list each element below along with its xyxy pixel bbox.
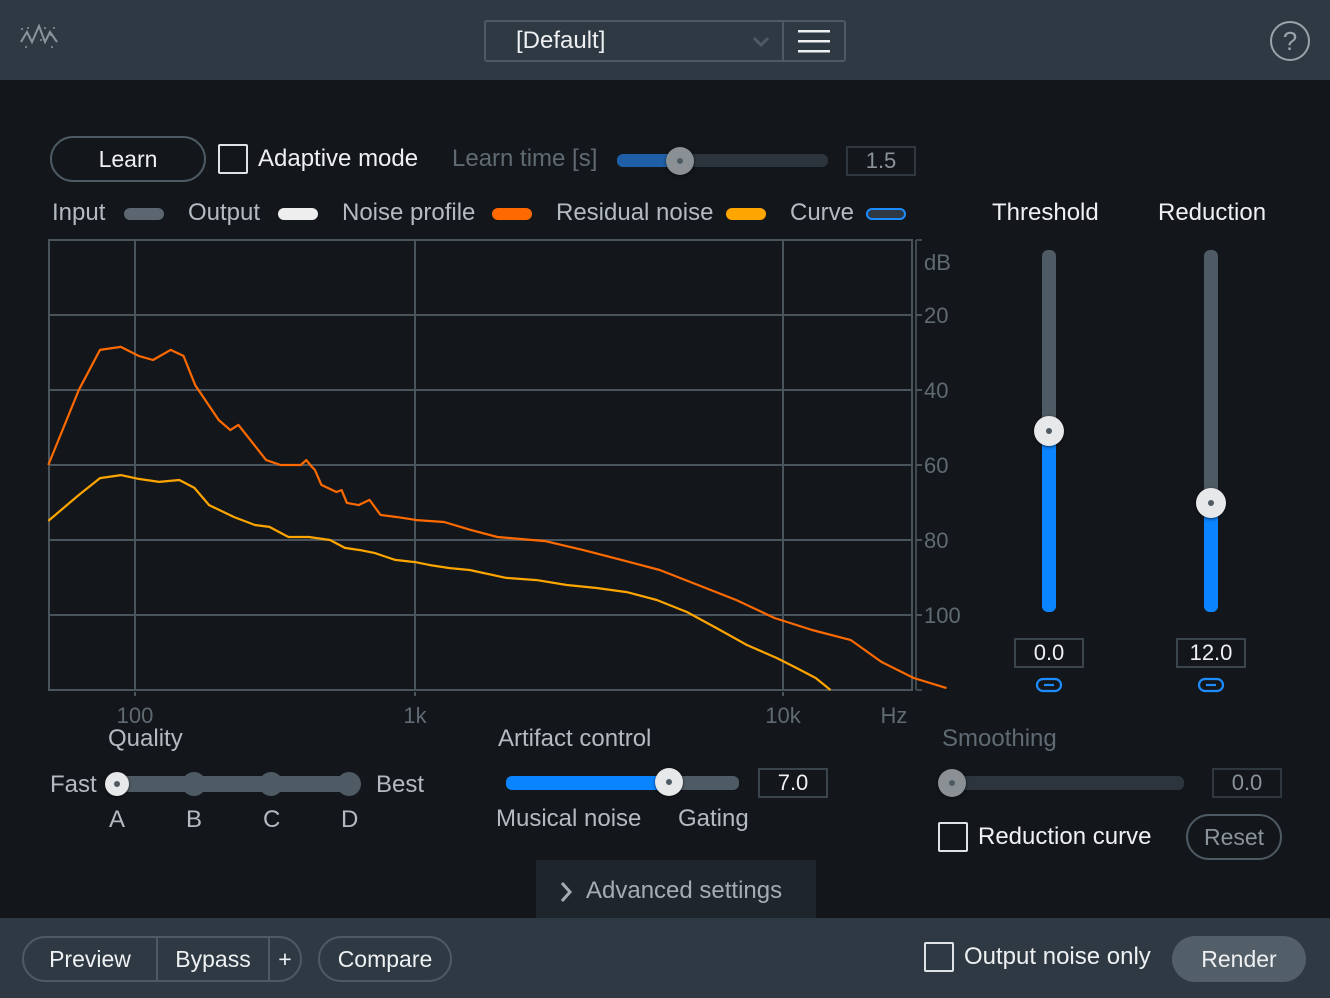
smoothing-value[interactable]: 0.0 [1212, 768, 1282, 798]
reset-button[interactable]: Reset [1186, 814, 1282, 860]
learn-time-label: Learn time [s] [452, 145, 598, 172]
reduction-slider[interactable] [1204, 250, 1218, 612]
artifact-control-slider-fill [506, 776, 670, 790]
artifact-control-label: Artifact control [498, 725, 652, 752]
quality-stop-d[interactable] [337, 772, 361, 796]
legend-label-residual-noise: Residual noise [556, 199, 714, 226]
preview-bypass-group: Preview Bypass + [22, 936, 302, 982]
legend-swatch-curve[interactable] [866, 208, 906, 220]
legend-swatch-input[interactable] [124, 208, 164, 220]
smoothing-label: Smoothing [942, 725, 1057, 752]
x-tick-label: 10k [765, 703, 801, 728]
plus-icon: + [278, 945, 292, 972]
quality-fast-label: Fast [50, 771, 97, 798]
quality-slider[interactable] [116, 776, 350, 792]
quality-option-label: A [109, 806, 126, 833]
reduction-label: Reduction [1158, 199, 1267, 226]
y-tick-label: 20 [924, 303, 948, 328]
quality-option-label: B [186, 806, 203, 833]
artifact-control-slider[interactable] [506, 776, 739, 790]
spectrum-chart[interactable]: 20406080100dB100 1k 10k Hz [0, 230, 980, 730]
adaptive-mode-checkbox[interactable] [218, 144, 248, 174]
smoothing-slider[interactable] [938, 776, 1184, 790]
advanced-settings-label: Advanced settings [586, 877, 783, 904]
bypass-label: Bypass [175, 945, 251, 972]
threshold-link-icon[interactable] [1035, 677, 1063, 693]
reduction-value[interactable]: 12.0 [1176, 638, 1246, 668]
artifact-control-slider-handle[interactable] [655, 768, 684, 796]
help-icon: ? [1282, 26, 1298, 56]
quality-option-label: D [341, 806, 359, 833]
chevron-right-icon [560, 882, 573, 902]
legend-label-input: Input [52, 199, 106, 226]
output-noise-only-checkbox[interactable] [924, 942, 954, 972]
quality-option-label: C [263, 806, 281, 833]
musical-noise-label: Musical noise [496, 805, 642, 832]
y-tick-label: 60 [924, 453, 948, 478]
chevron-down-icon [752, 36, 770, 48]
learn-time-slider-handle[interactable] [665, 147, 694, 175]
legend-swatch-noise-profile[interactable] [492, 208, 532, 220]
legend-swatch-residual-noise[interactable] [726, 208, 766, 220]
threshold-label: Threshold [992, 199, 1099, 226]
quality-stop-c[interactable] [259, 772, 283, 796]
adaptive-mode-label: Adaptive mode [258, 145, 419, 172]
y-tick-label: 40 [924, 378, 948, 403]
legend-swatch-output[interactable] [278, 208, 318, 220]
advanced-settings-toggle[interactable]: Advanced settings [536, 860, 816, 918]
legend-label-curve: Curve [790, 199, 855, 226]
threshold-value[interactable]: 0.0 [1014, 638, 1084, 668]
threshold-slider-fill [1042, 431, 1056, 612]
add-bypass-button[interactable]: + [268, 938, 300, 980]
bypass-button[interactable]: Bypass [156, 938, 268, 980]
help-button[interactable]: ? [1270, 21, 1310, 61]
render-button[interactable]: Render [1172, 936, 1306, 982]
chart-grid [48, 239, 922, 696]
learn-button[interactable]: Learn [50, 136, 206, 182]
preview-label: Preview [49, 945, 131, 972]
reduction-curve-checkbox[interactable] [938, 822, 968, 852]
quality-best-label: Best [376, 771, 425, 798]
legend-label-noise-profile: Noise profile [342, 199, 476, 226]
y-tick-label: 100 [924, 603, 961, 628]
preview-button[interactable]: Preview [24, 938, 156, 980]
legend-label-output: Output [188, 199, 261, 226]
quality-stop-a[interactable] [105, 772, 129, 796]
learn-time-value[interactable]: 1.5 [846, 146, 916, 176]
output-noise-only-label: Output noise only [964, 943, 1151, 970]
gating-label: Gating [678, 805, 749, 832]
artifact-control-value[interactable]: 7.0 [758, 768, 828, 798]
reduction-link-icon[interactable] [1197, 677, 1225, 693]
smoothing-slider-handle[interactable] [938, 769, 966, 797]
top-bar: [Default] ? [0, 0, 1330, 80]
preset-menu-button[interactable] [782, 22, 844, 60]
preset-selector: [Default] [484, 20, 846, 62]
x-axis-unit-label: Hz [881, 703, 908, 728]
y-tick-label: 80 [924, 528, 948, 553]
threshold-slider-handle[interactable] [1034, 416, 1064, 446]
reduction-curve-label: Reduction curve [978, 823, 1152, 850]
learn-time-slider[interactable] [617, 154, 828, 167]
preset-name: [Default] [516, 27, 606, 54]
hamburger-icon [798, 30, 830, 53]
x-tick-label: 1k [403, 703, 427, 728]
preset-dropdown[interactable]: [Default] [486, 22, 782, 60]
y-axis-unit-label: dB [924, 250, 951, 275]
compare-button[interactable]: Compare [318, 936, 452, 982]
waveform-logo-icon [20, 24, 58, 48]
reduction-slider-fill [1204, 503, 1218, 612]
quality-label: Quality [108, 725, 183, 752]
quality-stop-b[interactable] [182, 772, 206, 796]
